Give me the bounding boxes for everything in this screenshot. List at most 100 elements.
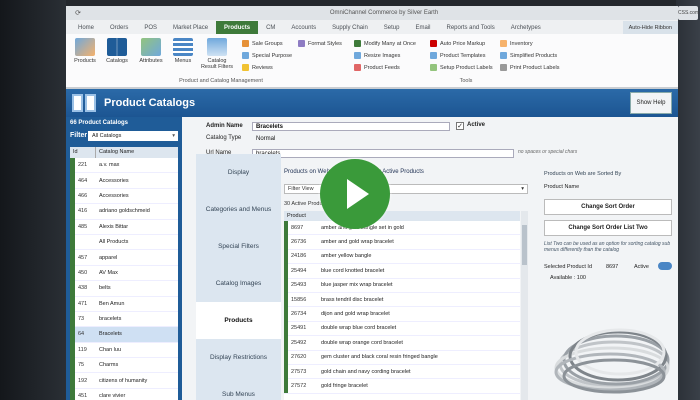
- product-list-scrollbar[interactable]: [521, 211, 528, 400]
- product-row[interactable]: 27572 gold fringe bracelet: [284, 378, 520, 394]
- attributes-icon: [141, 38, 161, 56]
- product-name: blue jasper mix wrap bracelet: [321, 282, 393, 289]
- catalog-row[interactable]: 221 a.v. max: [70, 158, 178, 174]
- catalog-row[interactable]: All Products: [70, 234, 178, 251]
- vtab-catalog-images[interactable]: Catalog Images: [196, 265, 281, 302]
- catalog-row[interactable]: 464 Accessories: [70, 172, 178, 189]
- product-row[interactable]: 24186 amber yellow bangle: [284, 249, 520, 265]
- tab-setup[interactable]: Setup: [376, 21, 408, 34]
- scrollbar-thumb[interactable]: [522, 225, 527, 265]
- catalog-row[interactable]: 451 clare vivier: [70, 388, 178, 400]
- vtab-display[interactable]: Display: [196, 154, 281, 191]
- url-hint: no spaces or special chars: [518, 149, 578, 155]
- catalog-row[interactable]: 466 Accessories: [70, 188, 178, 205]
- product-feeds-button[interactable]: Product Feeds: [354, 64, 400, 71]
- catalogs-ribbon-button[interactable]: Catalogs: [102, 38, 132, 64]
- tab-supply-chain[interactable]: Supply Chain: [324, 21, 376, 34]
- vtab-display-restrictions[interactable]: Display Restrictions: [196, 339, 281, 376]
- catalog-row[interactable]: 471 Ben Amun: [70, 296, 178, 312]
- tab-pos[interactable]: POS: [136, 21, 165, 34]
- product-templates-button[interactable]: Product Templates: [430, 52, 485, 59]
- tab-accounts[interactable]: Accounts: [283, 21, 324, 34]
- catalog-sidebar: 66 Product Catalogs Filter All Catalogs …: [66, 117, 182, 400]
- catalog-row[interactable]: 75 Charms: [70, 357, 178, 374]
- sale-groups-button[interactable]: Sale Groups: [242, 40, 283, 47]
- products-ribbon-button[interactable]: Products: [70, 38, 100, 64]
- catalog-type-label: Catalog Type: [206, 135, 242, 141]
- product-row[interactable]: 8697amber and gold bangle set in gold: [284, 221, 520, 236]
- product-row[interactable]: 27573 gold chain and navy cording bracele…: [284, 364, 520, 380]
- tab-products[interactable]: Products: [216, 21, 259, 34]
- catalog-row[interactable]: 457 apparel: [70, 249, 178, 266]
- simplified-products-button[interactable]: Simplified Products: [500, 52, 557, 59]
- catalog-row[interactable]: 192 citizens of humanity: [70, 372, 178, 389]
- col-header-catalog-name[interactable]: Catalog Name: [96, 147, 134, 158]
- change-sort-order-button[interactable]: Change Sort Order: [544, 199, 672, 215]
- menus-ribbon-button[interactable]: Menus: [168, 38, 198, 64]
- catalog-name: All Products: [99, 239, 129, 246]
- product-row[interactable]: 25493 blue jasper mix wrap bracelet: [284, 278, 520, 293]
- tab-market-place[interactable]: Market Place: [165, 21, 216, 34]
- attributes-ribbon-button[interactable]: Attributes: [136, 38, 166, 64]
- active-label: Active: [467, 122, 486, 128]
- product-row[interactable]: 25491 double wrap blue cord bracelet: [284, 321, 520, 337]
- modify-many-button[interactable]: Modify Many at Once: [354, 40, 416, 47]
- active-toggle[interactable]: [658, 262, 672, 270]
- catalog-row[interactable]: 450 AV Max: [70, 265, 178, 282]
- tab-archetypes[interactable]: Archetypes: [503, 21, 549, 34]
- auto-price-markup-button[interactable]: Auto Price Markup: [430, 40, 485, 47]
- product-row[interactable]: 25492 double wrap orange cord bracelet: [284, 335, 520, 351]
- quick-access-icon[interactable]: ⟳: [66, 6, 90, 20]
- catalog-row[interactable]: 73 bracelets: [70, 311, 178, 328]
- catalog-name: Chan luu: [99, 346, 122, 353]
- tab-reports-and-tools[interactable]: Reports and Tools: [439, 21, 503, 34]
- catalog-filter-select[interactable]: All Catalogs: [88, 131, 178, 141]
- catalog-row[interactable]: 119 Chan luu: [70, 342, 178, 359]
- product-row[interactable]: 15856 brass tendril disc bracelet: [284, 292, 520, 308]
- reviews-button[interactable]: Reviews: [242, 64, 273, 71]
- catalog-row[interactable]: 64 Bracelets: [70, 326, 178, 343]
- special-purpose-button[interactable]: Special Purpose: [242, 52, 292, 59]
- col-header-product[interactable]: Product: [284, 211, 318, 221]
- catalog-row[interactable]: 485 Alexis Bittar: [70, 219, 178, 235]
- sorted-by-label: Products on Web are Sorted By: [544, 171, 622, 177]
- catalog-row[interactable]: 416 adriano goldschmeid: [70, 203, 178, 220]
- video-play-button[interactable]: [320, 159, 390, 229]
- reviews-label: Reviews: [252, 64, 273, 71]
- inventory-button[interactable]: Inventory: [500, 40, 533, 47]
- setup-product-labels-button[interactable]: Setup Product Labels: [430, 64, 493, 71]
- url-name-input[interactable]: bracelets: [252, 149, 514, 158]
- print-product-labels-button[interactable]: Print Product Labels: [500, 64, 560, 71]
- catalog-name: citizens of humanity: [99, 377, 148, 384]
- tab-email[interactable]: Email: [407, 21, 438, 34]
- product-row[interactable]: 26736 amber and gold wrap bracelet: [284, 234, 520, 250]
- product-name: double wrap blue cord bracelet: [321, 325, 397, 332]
- catalog-id: 73: [78, 316, 85, 323]
- change-sort-order-list-two-button[interactable]: Change Sort Order List Two: [544, 220, 672, 236]
- catalog-id: 464: [78, 177, 88, 184]
- tab-orders[interactable]: Orders: [102, 21, 136, 34]
- format-styles-button[interactable]: Format Styles: [298, 40, 342, 47]
- catalog-result-filters-ribbon-button[interactable]: Catalog Result Filters: [200, 38, 234, 70]
- product-row[interactable]: 27620 gem cluster and black coral resin f…: [284, 350, 520, 365]
- ribbon-tabs: Home Orders POS Market Place Products CM…: [66, 20, 678, 34]
- tab-cm[interactable]: CM: [258, 21, 283, 34]
- vtab-products[interactable]: Products: [196, 302, 281, 339]
- vtab-special-filters[interactable]: Special Filters: [196, 228, 281, 265]
- show-help-button[interactable]: Show Help: [630, 92, 672, 114]
- active-checkbox[interactable]: ✓: [456, 122, 464, 130]
- auto-hide-ribbon-button[interactable]: Auto-Hide Ribbon: [622, 21, 678, 34]
- product-id: 15856: [291, 296, 307, 303]
- admin-name-input[interactable]: Bracelets: [252, 122, 450, 131]
- product-row[interactable]: 25494 blue cord knotted bracelet: [284, 263, 520, 279]
- vtab-categories-and-menus[interactable]: Categories and Menus: [196, 191, 281, 228]
- tab-home[interactable]: Home: [70, 21, 102, 34]
- product-row[interactable]: 26734 dijon and gold wrap bracelet: [284, 306, 520, 322]
- col-header-id[interactable]: Id: [70, 147, 96, 158]
- vtab-sub-menus[interactable]: Sub Menus: [196, 376, 281, 400]
- catalog-count: 66 Product Catalogs: [70, 120, 129, 126]
- resize-images-button[interactable]: Resize Images: [354, 52, 400, 59]
- auto-price-markup-label: Auto Price Markup: [440, 40, 486, 47]
- menu-icon: [173, 38, 193, 56]
- catalog-row[interactable]: 438 belts: [70, 280, 178, 297]
